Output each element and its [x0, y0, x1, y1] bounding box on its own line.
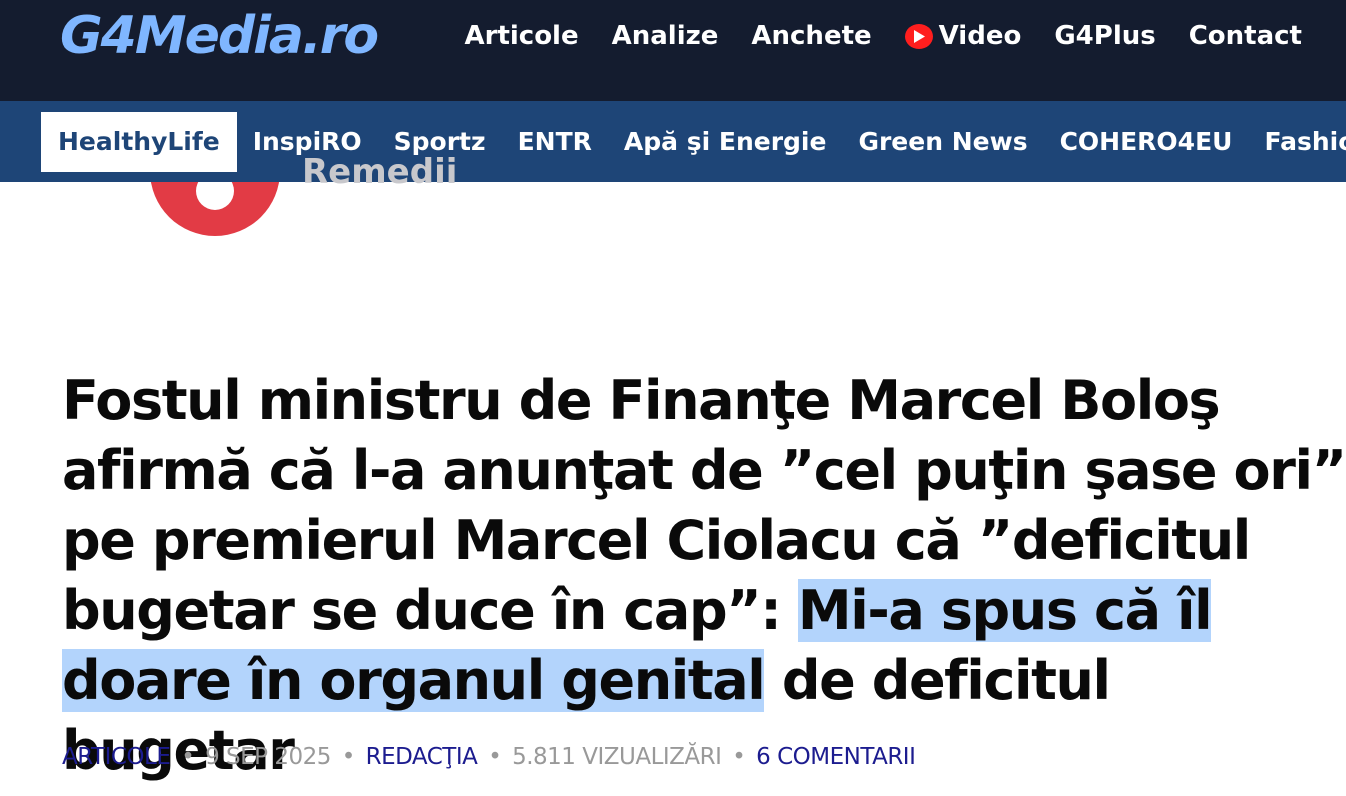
subnav-healthylife[interactable]: HealthyLife	[41, 111, 237, 172]
meta-views: 5.811 VIZUALIZĂRI	[512, 744, 722, 770]
subnav-fashion[interactable]: Fashion	[1248, 112, 1346, 172]
partner-name-clip: Remedii	[302, 152, 502, 188]
partner-logo[interactable]	[150, 182, 280, 236]
nav-g4plus[interactable]: G4Plus	[1054, 21, 1155, 51]
partner-name: Remedii	[302, 152, 458, 188]
meta-date: 9 SEP 2025	[205, 744, 331, 770]
meta-comments-link[interactable]: 6 COMENTARII	[756, 744, 916, 770]
site-logo[interactable]: G4Media.ro	[60, 2, 379, 70]
nav-video[interactable]: Video	[904, 21, 1022, 51]
nav-articole[interactable]: Articole	[465, 21, 579, 51]
meta-separator: •	[488, 744, 502, 770]
meta-separator: •	[181, 744, 195, 770]
nav-contact[interactable]: Contact	[1189, 21, 1302, 51]
sub-nav: HealthyLife InspiRO Sportz ENTR Apă şi E…	[0, 101, 1346, 182]
nav-video-label: Video	[938, 21, 1022, 51]
nav-anchete[interactable]: Anchete	[751, 21, 871, 51]
main-nav: Articole Analize Anchete Video G4Plus Co…	[432, 0, 1303, 72]
subnav-cohero4eu[interactable]: COHERO4EU	[1044, 112, 1249, 172]
subnav-apa-si-energie[interactable]: Apă şi Energie	[608, 112, 843, 172]
article-meta: ARTICOLE • 9 SEP 2025 • REDACŢIA • 5.811…	[62, 744, 916, 770]
subnav-green-news[interactable]: Green News	[842, 112, 1043, 172]
subnav-entr[interactable]: ENTR	[502, 112, 608, 172]
meta-author-link[interactable]: REDACŢIA	[366, 744, 478, 770]
meta-separator: •	[341, 744, 356, 770]
youtube-play-icon	[904, 23, 933, 49]
nav-analize[interactable]: Analize	[612, 21, 719, 51]
meta-separator: •	[732, 744, 746, 770]
meta-category-link[interactable]: ARTICOLE	[62, 744, 171, 770]
article-headline: Fostul ministru de Finanţe Marcel Boloş …	[62, 366, 1346, 786]
site-header: G4Media.ro Articole Analize Anchete Vide…	[0, 0, 1346, 101]
